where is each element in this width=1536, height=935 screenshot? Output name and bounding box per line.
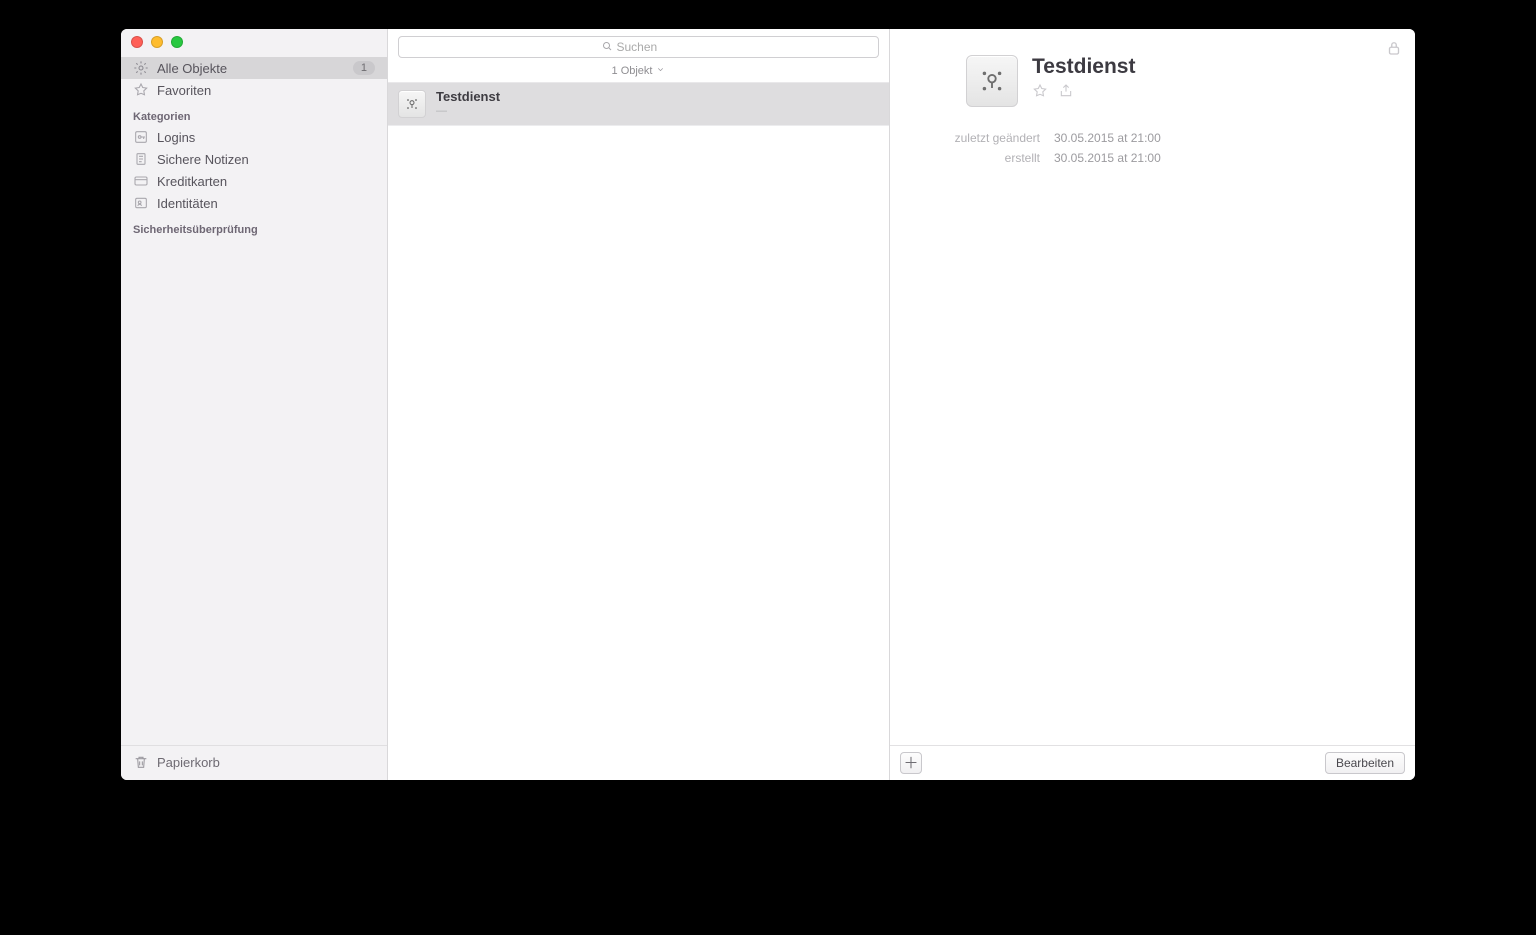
modified-label: zuletzt geändert [930,131,1040,145]
created-value: 30.05.2015 at 21:00 [1054,151,1385,165]
sidebar-item-label: Sichere Notizen [157,152,375,167]
sidebar-list: Alle Objekte 1 Favoriten Kategorien [121,57,387,745]
search-bar [388,29,889,62]
created-label: erstellt [930,151,1040,165]
minimize-window-button[interactable] [151,36,163,48]
sidebar-header-security-audit: Sicherheitsüberprüfung [121,214,387,239]
detail-metadata: zuletzt geändert 30.05.2015 at 21:00 ers… [900,131,1415,165]
credit-card-icon [133,173,149,189]
lock-icon[interactable] [1385,39,1403,57]
detail-title-block: Testdienst [1032,55,1135,99]
vault-icon [398,90,426,118]
plus-icon: ＋ [903,756,918,771]
sidebar-item-label: Identitäten [157,196,375,211]
sidebar-item-trash[interactable]: Papierkorb [121,745,387,780]
item-count-dropdown[interactable]: 1 Objekt [388,62,889,83]
sidebar-item-credit-cards[interactable]: Kreditkarten [121,170,387,192]
detail-title: Testdienst [1032,55,1135,79]
zoom-window-button[interactable] [171,36,183,48]
key-icon [133,129,149,145]
gear-icon [133,60,149,76]
item-count-label: 1 Objekt [612,65,653,77]
sidebar-item-count: 1 [353,61,375,75]
add-item-button[interactable]: ＋ [900,752,922,774]
sidebar-item-label: Logins [157,130,375,145]
item-list: Testdienst — [388,83,889,780]
window-controls [131,36,183,48]
list-item[interactable]: Testdienst — [388,83,889,126]
list-item-subtitle: — [436,105,500,119]
favorite-star-icon[interactable] [1032,83,1048,99]
sidebar-item-label: Kreditkarten [157,174,375,189]
sidebar-item-label: Alle Objekte [157,61,345,76]
trash-icon [133,754,149,770]
sidebar-item-secure-notes[interactable]: Sichere Notizen [121,148,387,170]
list-item-labels: Testdienst — [436,89,500,119]
sidebar-item-favorites[interactable]: Favoriten [121,79,387,101]
search-icon [601,40,613,55]
close-window-button[interactable] [131,36,143,48]
search-field[interactable] [398,36,879,58]
sidebar-item-all-items[interactable]: Alle Objekte 1 [121,57,387,79]
detail-title-actions [1032,83,1135,99]
edit-button[interactable]: Bearbeiten [1325,752,1405,774]
sidebar-item-identities[interactable]: Identitäten [121,192,387,214]
sidebar-item-label: Papierkorb [157,755,375,770]
note-icon [133,151,149,167]
sidebar-item-logins[interactable]: Logins [121,126,387,148]
detail-footer: ＋ Bearbeiten [890,745,1415,780]
sidebar-header-categories: Kategorien [121,101,387,126]
search-input[interactable] [617,40,677,54]
identity-icon [133,195,149,211]
sidebar: Alle Objekte 1 Favoriten Kategorien [121,29,388,780]
app-window: Alle Objekte 1 Favoriten Kategorien [121,29,1415,780]
modified-value: 30.05.2015 at 21:00 [1054,131,1385,145]
detail-pane: Testdienst zuletz [890,29,1415,780]
vault-icon [966,55,1018,107]
star-icon [133,82,149,98]
detail-header: Testdienst [890,29,1415,131]
share-icon[interactable] [1058,83,1074,99]
chevron-down-icon [656,65,665,77]
list-item-title: Testdienst [436,89,500,105]
sidebar-item-label: Favoriten [157,83,375,98]
item-list-column: 1 Objekt Testdienst — [388,29,890,780]
